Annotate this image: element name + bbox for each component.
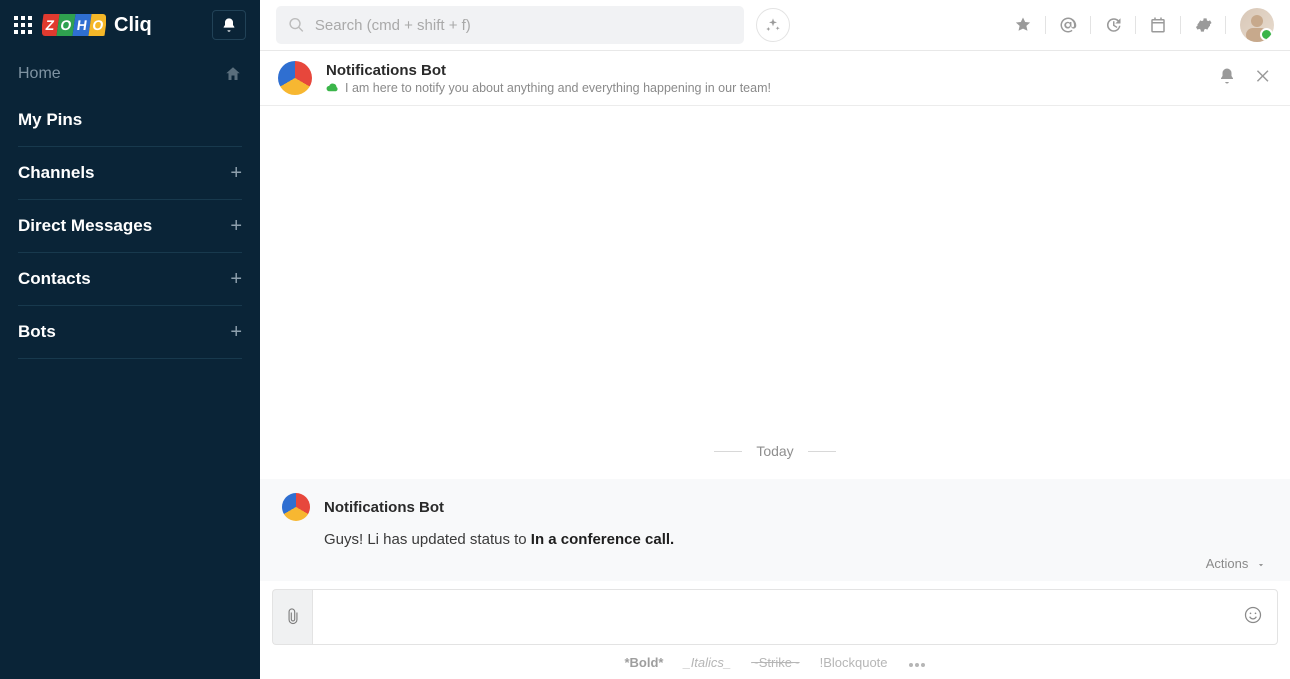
chat-subtitle: I am here to notify you about anything a…: [345, 81, 771, 95]
sidebar-item-label: Contacts: [18, 269, 91, 289]
sidebar-item-bots[interactable]: Bots +: [18, 310, 242, 354]
smiley-icon: [1243, 605, 1263, 625]
hint-blockquote[interactable]: !Blockquote: [820, 655, 888, 670]
at-icon: [1059, 16, 1077, 34]
sidebar-item-label: Bots: [18, 322, 56, 342]
notifications-button[interactable]: [212, 10, 246, 40]
profile-avatar[interactable]: [1240, 8, 1274, 42]
main-area: Notifications Bot I am here to notify yo…: [260, 0, 1290, 679]
chat-header: Notifications Bot I am here to notify yo…: [260, 51, 1290, 106]
message-text-accent: In a conference call.: [531, 531, 674, 548]
cloud-online-icon: [326, 81, 339, 94]
message-actions-button[interactable]: Actions: [282, 556, 1268, 571]
chevron-down-icon: [1256, 560, 1266, 570]
close-chat-button[interactable]: [1254, 67, 1272, 90]
paperclip-icon: [284, 608, 302, 626]
message-actions-label: Actions: [1206, 556, 1249, 571]
sidebar-item-contacts[interactable]: Contacts +: [18, 257, 242, 301]
hint-strike[interactable]: ~Strike~: [751, 655, 799, 670]
sidebar-home[interactable]: Home: [18, 50, 242, 98]
composer: [260, 581, 1290, 645]
bell-icon: [1218, 67, 1236, 85]
calendar-icon: [1149, 16, 1167, 34]
message-avatar[interactable]: [282, 493, 310, 521]
apps-launcher-icon[interactable]: [14, 16, 32, 34]
emoji-button[interactable]: [1243, 605, 1263, 630]
message-body: Guys! Li has updated status to In a conf…: [324, 531, 1268, 548]
sparkle-icon: [765, 17, 781, 33]
messages-pane: Today Notifications Bot Guys! Li has upd…: [260, 106, 1290, 581]
search-input[interactable]: [315, 17, 732, 34]
message-text: Guys! Li has updated status to: [324, 531, 531, 548]
voice-search-button[interactable]: [756, 8, 790, 42]
history-button[interactable]: [1095, 7, 1131, 43]
sidebar-item-channels[interactable]: Channels +: [18, 151, 242, 195]
calendar-button[interactable]: [1140, 7, 1176, 43]
starred-button[interactable]: [1005, 7, 1041, 43]
add-dm-button[interactable]: +: [230, 215, 242, 238]
sidebar-item-my-pins[interactable]: My Pins: [18, 98, 242, 142]
sidebar-item-label: Channels: [18, 163, 95, 183]
zoho-cliq-logo[interactable]: ZOHO Cliq: [42, 14, 152, 37]
gear-icon: [1194, 16, 1212, 34]
message-input[interactable]: [327, 609, 1243, 626]
top-bar: [260, 0, 1290, 51]
star-icon: [1014, 16, 1032, 34]
sidebar-item-label: My Pins: [18, 110, 82, 130]
avatar-image: [1240, 8, 1274, 42]
message-sender: Notifications Bot: [324, 499, 444, 516]
message: Notifications Bot Guys! Li has updated s…: [260, 479, 1290, 581]
sidebar-item-label: Direct Messages: [18, 216, 152, 236]
hint-italics[interactable]: _Italics_: [683, 655, 731, 670]
home-icon: [224, 65, 242, 83]
format-hints: *Bold* _Italics_ ~Strike~ !Blockquote: [260, 645, 1290, 679]
chat-title: Notifications Bot: [326, 62, 771, 79]
add-channel-button[interactable]: +: [230, 162, 242, 185]
attach-button[interactable]: [272, 589, 312, 645]
add-bot-button[interactable]: +: [230, 321, 242, 344]
sidebar-item-direct-messages[interactable]: Direct Messages +: [18, 204, 242, 248]
date-divider: Today: [260, 443, 1290, 459]
close-icon: [1254, 67, 1272, 85]
sidebar-home-label: Home: [18, 65, 61, 83]
bot-avatar[interactable]: [278, 61, 312, 95]
date-divider-label: Today: [756, 443, 793, 459]
settings-button[interactable]: [1185, 7, 1221, 43]
search-icon: [288, 16, 305, 34]
chat-notifications-button[interactable]: [1218, 67, 1236, 90]
bell-icon: [221, 17, 237, 33]
sidebar: ZOHO Cliq Home My Pins Channels +: [0, 0, 260, 679]
more-formatting-button[interactable]: [908, 655, 926, 670]
add-contact-button[interactable]: +: [230, 268, 242, 291]
mentions-button[interactable]: [1050, 7, 1086, 43]
history-icon: [1104, 16, 1122, 34]
hint-bold[interactable]: *Bold*: [624, 655, 663, 670]
search-box[interactable]: [276, 6, 744, 44]
